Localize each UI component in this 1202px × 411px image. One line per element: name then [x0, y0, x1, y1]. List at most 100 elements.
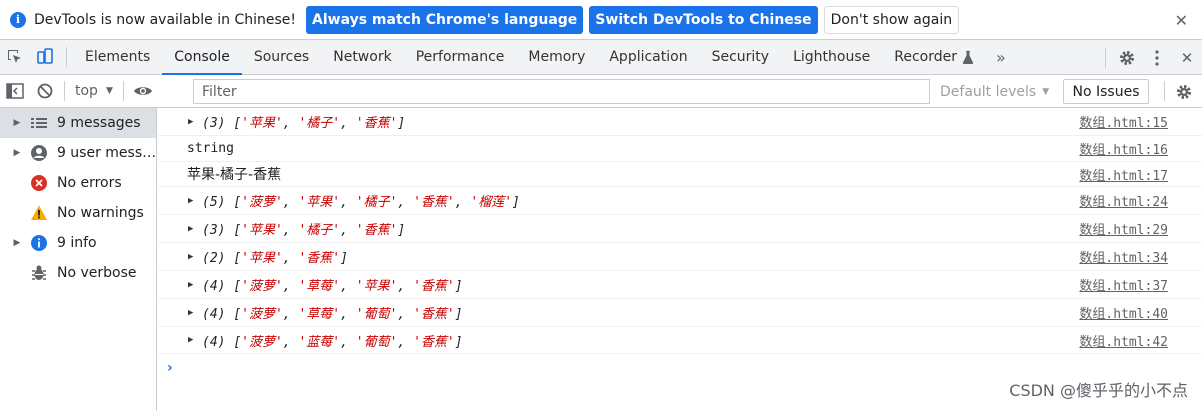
tab-memory[interactable]: Memory — [516, 40, 597, 74]
console-message[interactable]: ▶ (5) ['菠萝', '苹果', '橘子', '香蕉', '榴莲'] 数组.ht… — [158, 187, 1202, 215]
tab-network[interactable]: Network — [321, 40, 403, 74]
array-bracket: [ — [233, 334, 242, 350]
dont-show-again-button[interactable]: Don't show again — [823, 5, 960, 34]
array-string-item: '榴莲' — [470, 195, 513, 210]
console-message[interactable]: ▶ (3) ['苹果', '橘子', '香蕉'] 数组.html:29 — [158, 215, 1202, 243]
context-selector[interactable]: top ▼ — [69, 83, 119, 99]
expand-arrow-icon[interactable]: ▶ — [8, 148, 26, 158]
close-devtools-icon[interactable]: ✕ — [1172, 49, 1202, 67]
expand-arrow-icon[interactable]: ▶ — [188, 117, 198, 127]
always-match-language-button[interactable]: Always match Chrome's language — [306, 5, 584, 34]
devtools-tabbar: Elements Console Sources Network Perform… — [0, 40, 1202, 75]
device-toolbar-icon[interactable] — [30, 40, 60, 74]
console-settings-gear-icon[interactable] — [1169, 75, 1199, 108]
tab-performance[interactable]: Performance — [404, 40, 517, 74]
gear-icon[interactable] — [1112, 49, 1142, 67]
issues-button[interactable]: No Issues — [1063, 79, 1149, 104]
tab-security[interactable]: Security — [700, 40, 782, 74]
console-message[interactable]: string 数组.html:16 — [158, 136, 1202, 162]
switch-to-chinese-button[interactable]: Switch DevTools to Chinese — [589, 5, 818, 34]
toolbar-divider — [1105, 47, 1106, 68]
expand-arrow-icon[interactable]: ▶ — [188, 196, 198, 206]
array-separator: , — [397, 195, 414, 210]
array-bracket: [ — [233, 223, 242, 238]
array-string-item: '香蕉' — [298, 251, 341, 266]
array-preview: (5) ['菠萝', '苹果', '橘子', '香蕉', '榴莲'] — [202, 191, 520, 210]
sidebar-item-messages[interactable]: ▶ 9 messages — [0, 108, 156, 138]
array-preview: (2) ['苹果', '香蕉'] — [202, 247, 348, 266]
tab-application[interactable]: Application — [597, 40, 699, 74]
sidebar-item-label: 9 info — [57, 235, 97, 251]
console-prompt-icon[interactable]: › — [167, 360, 173, 376]
sidebar-item-label: No errors — [57, 175, 122, 191]
console-message[interactable]: ▶ (2) ['苹果', '香蕉'] 数组.html:34 — [158, 243, 1202, 271]
close-icon[interactable]: ✕ — [1175, 11, 1188, 30]
expand-arrow-icon[interactable]: ▶ — [188, 280, 198, 290]
array-string-item: '菠萝' — [241, 195, 283, 210]
array-string-item: '菠萝' — [241, 279, 283, 294]
console-output[interactable]: ▶ (3) ['苹果', '橘子', '香蕉'] 数组.html:15 string 数… — [158, 108, 1202, 411]
inspect-element-icon[interactable] — [0, 40, 30, 74]
console-message[interactable]: ▶ (4) ['菠萝', '蓝莓', '葡萄', '香蕉'] 数组.html:42 — [158, 327, 1202, 354]
array-bracket: ] — [512, 195, 520, 210]
kebab-menu-icon[interactable] — [1142, 49, 1172, 66]
array-separator: , — [397, 307, 414, 322]
array-string-item: '草莓' — [298, 279, 341, 294]
sidebar-item-user-messages[interactable]: ▶ 9 user mess… — [0, 138, 156, 168]
array-separator: , — [340, 279, 356, 294]
info-icon — [28, 234, 50, 252]
array-separator: , — [282, 116, 299, 131]
sidebar-item-errors[interactable]: No errors — [0, 168, 156, 198]
array-length: (4) — [202, 279, 234, 294]
expand-arrow-icon[interactable]: ▶ — [188, 308, 198, 318]
tab-sources[interactable]: Sources — [242, 40, 321, 74]
console-message[interactable]: ▶ (4) ['菠萝', '草莓', '苹果', '香蕉'] 数组.html:37 — [158, 271, 1202, 299]
sidebar-item-label: No warnings — [57, 205, 144, 221]
sidebar-item-info[interactable]: ▶ 9 info — [0, 228, 156, 258]
console-message[interactable]: ▶ (3) ['苹果', '橘子', '香蕉'] 数组.html:15 — [158, 108, 1202, 136]
source-link[interactable]: 数组.html:24 — [1079, 191, 1168, 210]
log-levels-dropdown[interactable]: Default levels ▼ — [940, 79, 1049, 104]
console-message[interactable]: ▶ (4) ['菠萝', '草莓', '葡萄', '香蕉'] 数组.html:40 — [158, 299, 1202, 327]
caret-down-icon: ▼ — [1042, 86, 1050, 97]
eye-icon[interactable] — [128, 75, 158, 108]
array-string-item: '香蕉' — [355, 116, 398, 131]
source-link[interactable]: 数组.html:34 — [1079, 247, 1168, 266]
tab-console[interactable]: Console — [162, 40, 242, 75]
array-separator: , — [282, 279, 299, 294]
source-link[interactable]: 数组.html:42 — [1079, 331, 1168, 350]
tab-elements[interactable]: Elements — [73, 40, 162, 74]
expand-arrow-icon[interactable]: ▶ — [8, 118, 26, 128]
array-string-item: '橘子' — [355, 195, 398, 210]
array-string-item: '苹果' — [355, 279, 398, 294]
info-icon: i — [10, 11, 26, 28]
array-preview: (3) ['苹果', '橘子', '香蕉'] — [202, 112, 405, 131]
infobar-message: DevTools is now available in Chinese! — [34, 11, 296, 28]
source-link[interactable]: 数组.html:40 — [1079, 303, 1168, 322]
source-link[interactable]: 数组.html:16 — [1079, 139, 1168, 158]
more-tabs-icon[interactable]: » — [996, 40, 1006, 74]
expand-arrow-icon[interactable]: ▶ — [8, 238, 26, 248]
tab-recorder[interactable]: Recorder — [882, 40, 986, 74]
tab-lighthouse[interactable]: Lighthouse — [781, 40, 882, 74]
console-message[interactable]: 苹果-橘子-香蕉 数组.html:17 — [158, 162, 1202, 187]
expand-arrow-icon[interactable]: ▶ — [188, 252, 198, 262]
source-link[interactable]: 数组.html:17 — [1079, 165, 1168, 184]
array-string-item: '橘子' — [298, 116, 341, 131]
sidebar-toggle-icon[interactable] — [0, 75, 30, 108]
array-string-item: '蓝莓' — [298, 334, 341, 350]
array-string-item: '苹果' — [241, 251, 283, 266]
array-string-item: '苹果' — [241, 223, 283, 238]
array-bracket: ] — [397, 116, 406, 131]
language-infobar: i DevTools is now available in Chinese! … — [0, 0, 1202, 40]
clear-console-icon[interactable] — [30, 75, 60, 108]
sidebar-item-warnings[interactable]: No warnings — [0, 198, 156, 228]
expand-arrow-icon[interactable]: ▶ — [188, 335, 198, 345]
sidebar-item-verbose[interactable]: No verbose — [0, 258, 156, 288]
source-link[interactable]: 数组.html:15 — [1079, 112, 1168, 131]
source-link[interactable]: 数组.html:29 — [1079, 219, 1168, 238]
filter-input[interactable]: Filter — [193, 79, 930, 104]
array-bracket: [ — [233, 116, 242, 131]
expand-arrow-icon[interactable]: ▶ — [188, 224, 198, 234]
source-link[interactable]: 数组.html:37 — [1079, 275, 1168, 294]
